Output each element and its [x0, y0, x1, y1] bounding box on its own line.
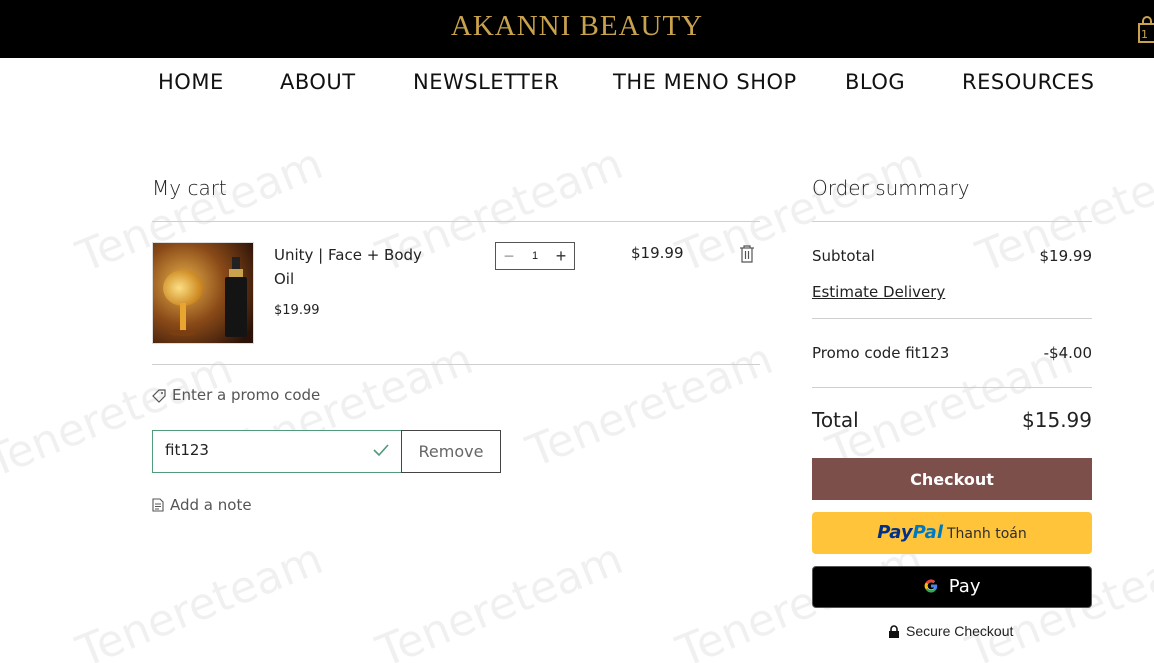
- check-icon: [373, 443, 389, 462]
- lock-icon: [889, 625, 899, 638]
- estimate-delivery-link[interactable]: Estimate Delivery: [812, 283, 945, 301]
- add-note-link[interactable]: Add a note: [152, 496, 252, 514]
- watermark: Tenereteam: [369, 533, 630, 663]
- quantity-stepper: − 1 +: [495, 242, 575, 270]
- cart-icon[interactable]: 1: [1137, 14, 1154, 44]
- promo-code-field[interactable]: [152, 430, 402, 473]
- tag-icon: [152, 389, 166, 403]
- cart-count: 1: [1141, 28, 1148, 41]
- paypal-logo-pay: Pay: [877, 522, 913, 543]
- order-summary-title: Order summary: [812, 176, 970, 200]
- google-pay-button[interactable]: Pay: [812, 566, 1092, 608]
- nav-item-about[interactable]: ABOUT: [280, 70, 356, 94]
- promo-label: Promo code fit123: [812, 344, 950, 362]
- nav-item-home[interactable]: HOME: [158, 70, 224, 94]
- header-bar: AKANNI BEAUTY 1: [0, 0, 1154, 58]
- subtotal-value: $19.99: [1039, 247, 1093, 265]
- watermark: Tenereteam: [69, 533, 330, 663]
- secure-checkout: Secure Checkout: [812, 623, 1112, 639]
- paypal-logo-pal: Pal: [912, 522, 943, 543]
- total-label: Total: [812, 408, 859, 432]
- add-note-link-label: Add a note: [170, 496, 252, 514]
- remove-promo-button[interactable]: Remove: [401, 430, 501, 473]
- divider: [812, 221, 1092, 222]
- paypal-button-label: Thanh toán: [947, 526, 1027, 542]
- nav-item-meno-shop[interactable]: THE MENO SHOP: [613, 70, 797, 94]
- watermark: Tenereteam: [519, 333, 780, 478]
- product-name[interactable]: Unity | Face + Body Oil: [274, 243, 434, 291]
- divider: [152, 364, 760, 365]
- increase-quantity-button[interactable]: +: [548, 243, 574, 269]
- promo-code-link[interactable]: Enter a promo code: [152, 386, 320, 404]
- divider: [812, 318, 1092, 319]
- divider: [812, 387, 1092, 388]
- nav-item-blog[interactable]: BLOG: [845, 70, 905, 94]
- note-icon: [152, 498, 164, 512]
- paypal-button[interactable]: PayPal Thanh toán: [812, 512, 1092, 554]
- nav-item-newsletter[interactable]: NEWSLETTER: [413, 70, 559, 94]
- checkout-button[interactable]: Checkout: [812, 458, 1092, 500]
- watermark: Tenereteam: [669, 138, 930, 283]
- decrease-quantity-button[interactable]: −: [496, 243, 522, 269]
- subtotal-label: Subtotal: [812, 247, 875, 265]
- quantity-value[interactable]: 1: [522, 243, 548, 269]
- product-unit-price: $19.99: [274, 303, 320, 318]
- cart-title: My cart: [152, 176, 227, 200]
- promo-code-input[interactable]: [165, 441, 355, 459]
- product-image[interactable]: [152, 242, 254, 344]
- total-value: $15.99: [1022, 408, 1092, 432]
- trash-icon[interactable]: [739, 245, 755, 263]
- google-pay-label: Pay: [948, 576, 981, 597]
- brand-logo[interactable]: AKANNI BEAUTY: [0, 10, 1154, 43]
- line-total: $19.99: [631, 244, 684, 262]
- main-nav: HOME ABOUT NEWSLETTER THE MENO SHOP BLOG…: [0, 70, 1154, 98]
- nav-item-resources[interactable]: RESOURCES: [962, 70, 1094, 94]
- promo-discount: -$4.00: [1043, 344, 1092, 362]
- divider: [152, 221, 760, 222]
- google-g-icon: [923, 576, 945, 597]
- promo-code-link-label: Enter a promo code: [172, 386, 321, 404]
- secure-checkout-label: Secure Checkout: [906, 623, 1014, 639]
